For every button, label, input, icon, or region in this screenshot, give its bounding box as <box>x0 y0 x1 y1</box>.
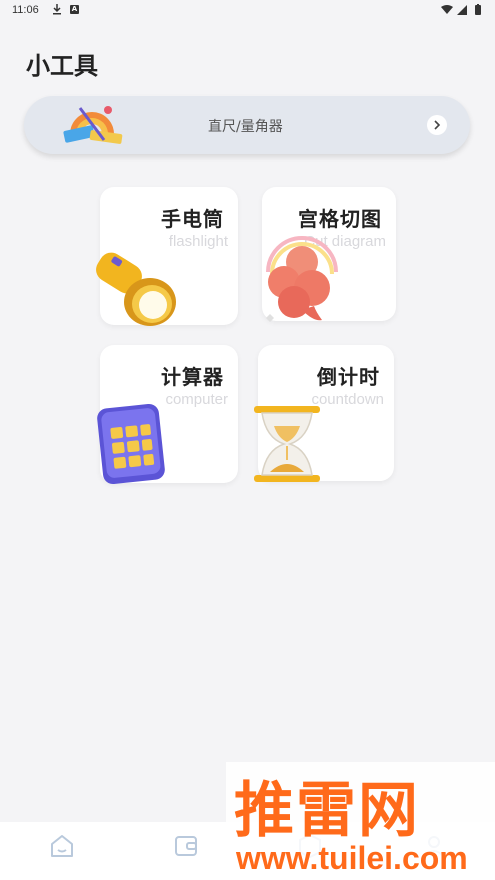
flashlight-title: 手电筒 <box>161 207 224 231</box>
countdown-title: 倒计时 <box>317 365 380 389</box>
calculator-icon <box>97 403 165 485</box>
calculator-subtitle: computer <box>165 391 228 408</box>
wallet-icon[interactable] <box>172 832 200 860</box>
home-icon[interactable] <box>48 832 76 860</box>
status-icons <box>441 4 481 15</box>
a-badge-icon: A <box>70 5 79 14</box>
flashlight-icon <box>96 252 176 326</box>
hourglass-icon <box>254 406 320 482</box>
download-icon <box>53 4 61 15</box>
ruler-protractor-banner[interactable]: 直尺/量角器 <box>24 96 470 154</box>
signal-icon <box>457 5 467 15</box>
cut-diagram-title: 宫格切图 <box>298 207 382 231</box>
calculator-title: 计算器 <box>161 365 224 389</box>
watermark-brand: 推雷网 <box>234 776 420 846</box>
chevron-right-button[interactable] <box>427 115 447 135</box>
cloud-rainbow-icon <box>266 236 338 322</box>
ruler-protractor-icon <box>63 106 123 144</box>
countdown-subtitle: countdown <box>311 391 384 408</box>
battery-icon <box>475 5 481 15</box>
watermark-url: www.tuilei.com <box>236 840 468 876</box>
status-bar: 11:06 A <box>0 0 495 22</box>
chevron-right-icon <box>434 120 441 130</box>
page-title: 小工具 <box>26 52 98 80</box>
watermark: 推雷网 www.tuilei.com <box>226 762 495 880</box>
flashlight-subtitle: flashlight <box>168 233 228 250</box>
status-time: 11:06 <box>12 4 39 16</box>
ruler-protractor-label: 直尺/量角器 <box>208 119 283 135</box>
wifi-icon <box>441 5 453 14</box>
